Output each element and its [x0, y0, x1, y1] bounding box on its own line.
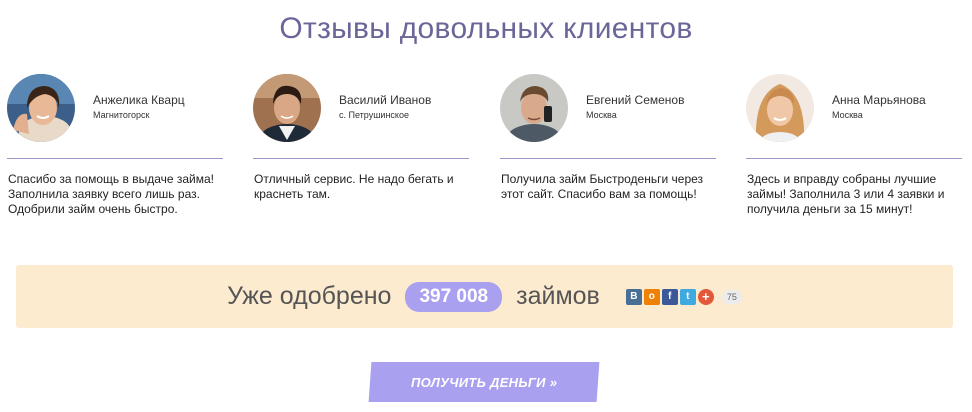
- approved-suffix: займов: [516, 282, 600, 310]
- divider: [253, 158, 469, 159]
- get-money-button[interactable]: ПОЛУЧИТЬ ДЕНЬГИ »: [368, 362, 600, 402]
- reviewer-city: с. Петрушинское: [339, 110, 409, 120]
- reviewer-name: Василий Иванов: [339, 93, 432, 107]
- reviews-list: Анжелика Кварц Магнитогорск Спасибо за п…: [0, 74, 972, 224]
- section-title: Отзывы довольных клиентов: [279, 12, 693, 45]
- approved-loans-banner: Уже одобрено 397 008 займов В о f t + 75: [16, 265, 953, 328]
- review-text: Получила займ Быстроденьги через этот са…: [501, 172, 704, 201]
- get-money-label: ПОЛУЧИТЬ ДЕНЬГИ »: [410, 374, 558, 390]
- divider: [746, 158, 962, 159]
- approved-prefix: Уже одобрено: [227, 282, 392, 310]
- avatar: [746, 74, 814, 142]
- review-text: Отличный сервис. Не надо бегать и красне…: [254, 172, 454, 201]
- reviewer-city: Москва: [832, 110, 863, 120]
- review-text: Спасибо за помощь в выдаче займа! Заполн…: [8, 172, 215, 216]
- facebook-icon[interactable]: f: [661, 288, 678, 305]
- reviewer-name: Евгений Семенов: [586, 93, 685, 107]
- odnoklassniki-icon[interactable]: о: [643, 288, 660, 305]
- divider: [500, 158, 716, 159]
- reviewer-city: Магнитогорск: [93, 110, 150, 120]
- social-share: В о f t + 75: [625, 288, 742, 305]
- avatar: [500, 74, 568, 142]
- reviewer-name: Анна Марьянова: [832, 93, 926, 107]
- more-share-icon[interactable]: +: [697, 288, 714, 305]
- reviewer-name: Анжелика Кварц: [93, 93, 185, 107]
- review-text: Здесь и вправду собраны лучшие займы! За…: [747, 172, 945, 216]
- approved-counter: 397 008: [405, 281, 503, 312]
- avatar: [7, 74, 75, 142]
- vk-icon[interactable]: В: [625, 288, 642, 305]
- reviewer-city: Москва: [586, 110, 617, 120]
- avatar: [253, 74, 321, 142]
- divider: [7, 158, 223, 159]
- twitter-icon[interactable]: t: [679, 288, 696, 305]
- share-count: 75: [721, 289, 742, 304]
